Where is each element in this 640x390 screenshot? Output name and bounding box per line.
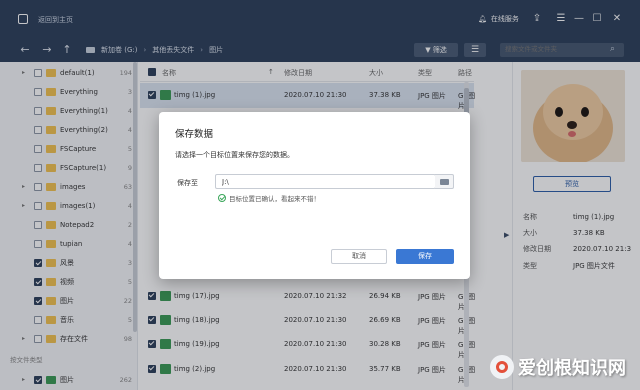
location-status: 目标位置已确认，看起来不错！ — [218, 193, 320, 203]
dialog-description: 请选择一个目标位置来保存您的数据。 — [175, 151, 294, 159]
dialog-title: 保存数据 — [175, 129, 214, 140]
watermark: 爱创根知识网 — [490, 354, 626, 380]
save-data-dialog: 保存数据 请选择一个目标位置来保存您的数据。 保存至 目标位置已确认，看起来不错… — [159, 112, 470, 279]
folder-icon — [440, 179, 449, 185]
browse-folder-button[interactable] — [435, 174, 454, 189]
watermark-logo-icon — [490, 355, 514, 379]
save-location-label: 保存至 — [177, 179, 198, 187]
save-location-input[interactable] — [215, 174, 436, 189]
check-circle-icon — [218, 194, 226, 202]
cancel-button[interactable]: 取消 — [331, 249, 387, 264]
save-button[interactable]: 保存 — [396, 249, 454, 264]
watermark-text: 爱创根知识网 — [518, 358, 626, 379]
location-status-text: 目标位置已确认，看起来不错！ — [229, 195, 320, 203]
